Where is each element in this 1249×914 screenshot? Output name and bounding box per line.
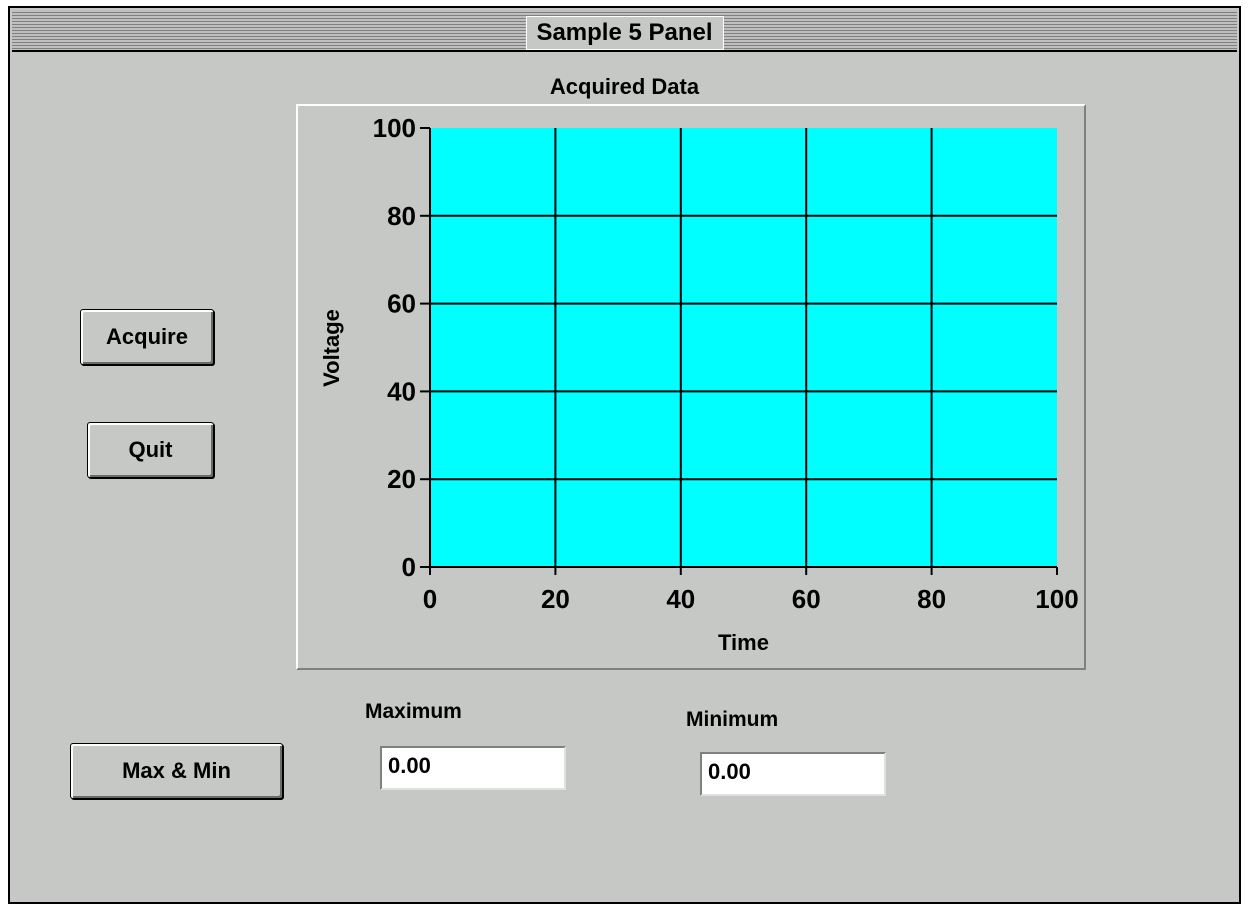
x-tick-label: 60 <box>792 584 821 614</box>
y-tick-label: 40 <box>387 376 416 406</box>
y-tick-label: 0 <box>402 552 416 582</box>
maximum-field[interactable]: 0.00 <box>380 746 566 790</box>
x-tick-label: 100 <box>1035 584 1078 614</box>
x-tick-label: 80 <box>917 584 946 614</box>
y-tick-label: 60 <box>387 289 416 319</box>
minimum-label: Minimum <box>686 708 779 731</box>
y-tick-label: 100 <box>373 113 416 143</box>
plot-area <box>430 128 1057 567</box>
y-tick-label: 80 <box>387 201 416 231</box>
x-tick-label: 40 <box>666 584 695 614</box>
x-axis-label: Time <box>718 630 769 655</box>
minimum-field[interactable]: 0.00 <box>700 752 886 796</box>
x-tick-label: 0 <box>423 584 437 614</box>
x-tick-label: 20 <box>541 584 570 614</box>
maximum-label: Maximum <box>365 700 462 723</box>
y-tick-label: 20 <box>387 464 416 494</box>
acquired-data-chart: 0 20 40 60 80 100 0 20 40 60 80 100 Time Voltage <box>319 113 1079 655</box>
y-axis-label: Voltage <box>319 309 344 387</box>
